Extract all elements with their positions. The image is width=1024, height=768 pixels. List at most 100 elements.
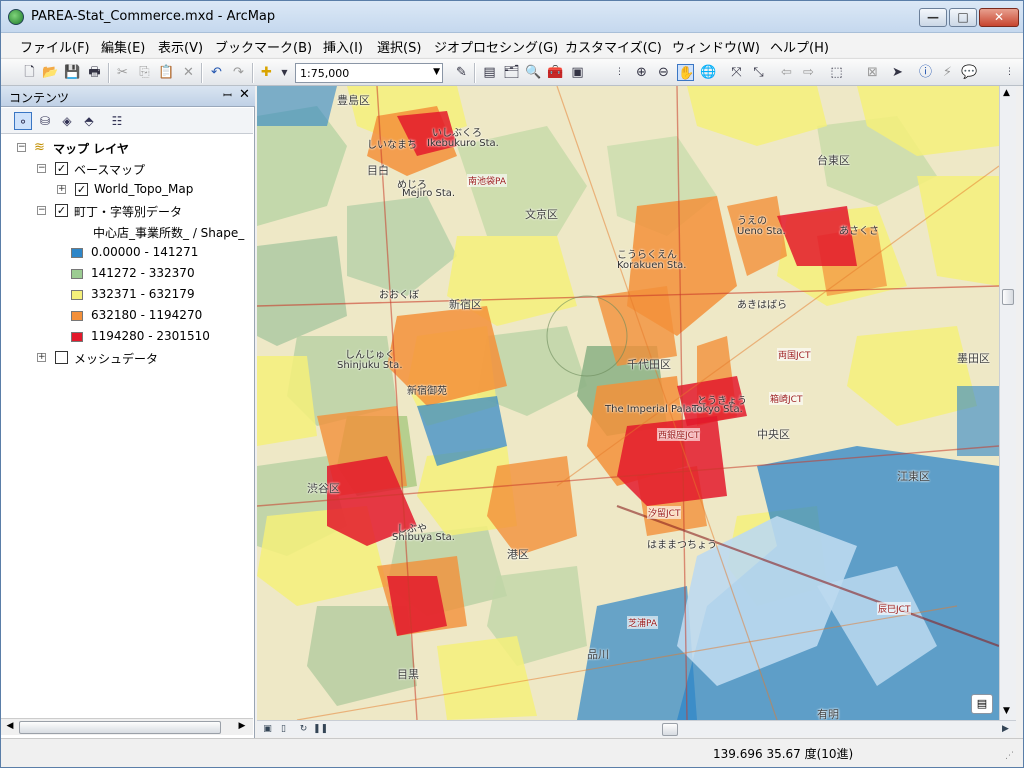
menu-view[interactable]: 表示(V) (158, 37, 203, 56)
pause-drawing-icon[interactable]: ❚❚ (313, 723, 328, 736)
menu-customize[interactable]: カスタマイズ(C) (565, 37, 662, 56)
expand-icon[interactable]: + (57, 185, 66, 194)
cut-icon[interactable]: ✂ (114, 64, 131, 81)
arctoolbox-icon[interactable]: 🧰 (547, 64, 564, 81)
minimize-icon: — (927, 10, 939, 24)
select-elements-icon[interactable]: ➤ (889, 64, 906, 81)
pin-icon[interactable]: ꟷ (223, 88, 232, 103)
search-icon[interactable]: 🔍 (525, 64, 542, 81)
scroll-right-icon[interactable]: ▶ (999, 723, 1012, 736)
scroll-left-icon[interactable]: ◀ (3, 721, 17, 731)
identify-icon[interactable]: ⓘ (917, 64, 934, 81)
toc-horizontal-scrollbar[interactable]: ◀ ▶ (1, 718, 253, 735)
list-by-selection-icon[interactable]: ⬘ (80, 112, 98, 130)
mesh-layer-checkbox[interactable] (55, 351, 68, 364)
map-label: 豊島区 (337, 94, 370, 107)
save-icon[interactable]: 💾 (64, 64, 81, 81)
open-icon[interactable]: 📂 (42, 64, 59, 81)
zoom-in-icon[interactable]: ⊕ (633, 64, 650, 81)
layout-view-tab-icon[interactable]: ▯ (277, 723, 290, 736)
legend-class-row[interactable]: 632180 - 1194270 (71, 307, 251, 327)
standard-toolbar: 🗋 📂 💾 🖶 ✂ ⎘ 📋 ✕ ↶ ↷ ✚ ▼ 1:75,000 ▼ ✎ ▤ 🗂… (1, 58, 1023, 86)
zoom-out-icon[interactable]: ⊖ (655, 64, 672, 81)
menu-selection[interactable]: 選択(S) (377, 37, 421, 56)
list-by-visibility-icon[interactable]: ◈ (58, 112, 76, 130)
python-icon[interactable]: ▣ (569, 64, 586, 81)
back-icon[interactable]: ⇦ (778, 64, 795, 81)
map-vertical-scrollbar[interactable]: ▲ ▼ (999, 86, 1016, 720)
delete-icon[interactable]: ✕ (180, 64, 197, 81)
menu-bookmarks[interactable]: ブックマーク(B) (215, 37, 312, 56)
map-label: しいなまち (367, 140, 417, 151)
map-label: 箱崎JCT (769, 392, 804, 405)
full-extent-icon[interactable]: 🌐 (700, 64, 717, 81)
refresh-icon[interactable]: ↻ (297, 723, 310, 736)
hyperlink-icon[interactable]: ⚡ (939, 64, 956, 81)
pan-icon[interactable]: ✋ (677, 64, 694, 81)
menu-geoprocessing[interactable]: ジオプロセシング(G) (434, 37, 558, 56)
collapse-icon[interactable]: − (37, 164, 46, 173)
menu-help[interactable]: ヘルプ(H) (770, 37, 829, 56)
scroll-thumb[interactable] (19, 721, 221, 734)
toc-close-icon[interactable]: ✕ (239, 87, 250, 102)
new-icon[interactable]: 🗋 (21, 64, 38, 81)
close-button[interactable]: ✕ (979, 8, 1019, 27)
mesh-layer-label: メッシュデータ (74, 352, 159, 366)
scroll-down-icon[interactable]: ▼ (1003, 706, 1010, 716)
horizontal-scroll-thumb[interactable] (662, 723, 678, 736)
paste-icon[interactable]: 📋 (158, 64, 175, 81)
data-layer-checkbox[interactable]: ✓ (55, 204, 68, 217)
map-bottom-bar: ▣ ▯ ↻ ❚❚ ▶ (257, 720, 1016, 737)
list-by-drawing-order-icon[interactable]: ⚬ (14, 112, 32, 130)
collapse-icon[interactable]: − (17, 143, 26, 152)
editor-icon[interactable]: ✎ (453, 64, 470, 81)
maximize-button[interactable]: □ (949, 8, 977, 27)
menu-windows[interactable]: ウィンドウ(W) (672, 37, 760, 56)
collapse-icon[interactable]: − (37, 206, 46, 215)
forward-icon[interactable]: ⇨ (800, 64, 817, 81)
select-features-icon[interactable]: ⬚ (828, 64, 845, 81)
table-icon[interactable]: ▤ (481, 64, 498, 81)
mesh-layer-row[interactable]: + メッシュデータ (37, 349, 247, 369)
map-scale-combobox[interactable]: 1:75,000 ▼ (295, 63, 443, 83)
menu-insert[interactable]: 挿入(I) (323, 37, 363, 56)
add-data-icon[interactable]: ✚ (258, 64, 275, 81)
basemap-group-row[interactable]: − ✓ ベースマップ (37, 160, 247, 180)
fixed-zoom-out-icon[interactable]: ⤡ (750, 64, 767, 81)
expand-icon[interactable]: + (37, 353, 46, 362)
fixed-zoom-in-icon[interactable]: ⤧ (728, 64, 745, 81)
catalog-icon[interactable]: 🗂 (503, 64, 520, 81)
map-layers-row[interactable]: − ≋ マップ レイヤ (17, 139, 247, 159)
legend-class-row[interactable]: 0.00000 - 141271 (71, 244, 251, 264)
legend-class-row[interactable]: 141272 - 332370 (71, 265, 251, 285)
scroll-right-icon[interactable]: ▶ (235, 721, 249, 731)
options-icon[interactable]: ☷ (108, 112, 126, 130)
add-data-dropdown-icon[interactable]: ▼ (276, 64, 293, 81)
data-view-icon[interactable]: ▣ (261, 723, 274, 736)
map-display[interactable]: 豊島区 いしぶくろ Ikebukuro Sta. しいなまち めじろ 目白 Me… (257, 86, 999, 720)
toolbar-overflow-icon[interactable]: ⋮ (611, 64, 628, 81)
layout-view-icon[interactable]: ▤ (971, 694, 993, 714)
map-label: 品川 (587, 648, 609, 661)
resize-grip-icon[interactable]: ⋰ (1005, 751, 1014, 761)
legend-class-row[interactable]: 332371 - 632179 (71, 286, 251, 306)
print-icon[interactable]: 🖶 (86, 64, 103, 81)
clear-selection-icon[interactable]: ⊠ (864, 64, 881, 81)
html-popup-icon[interactable]: 💬 (961, 64, 978, 81)
world-topo-checkbox[interactable]: ✓ (75, 183, 88, 196)
data-layer-row[interactable]: − ✓ 町丁・字等別データ (37, 202, 247, 222)
scroll-up-icon[interactable]: ▲ (1003, 88, 1010, 98)
legend-class-row[interactable]: 1194280 - 2301510 (71, 328, 251, 348)
menu-edit[interactable]: 編集(E) (101, 37, 145, 56)
vertical-scroll-thumb[interactable] (1002, 289, 1014, 305)
redo-icon[interactable]: ↷ (230, 64, 247, 81)
basemap-checkbox[interactable]: ✓ (55, 162, 68, 175)
list-by-source-icon[interactable]: ⛁ (36, 112, 54, 130)
menu-file[interactable]: ファイル(F) (20, 37, 90, 56)
toolbar-overflow-icon-2[interactable]: ⋮ (1001, 64, 1018, 81)
copy-icon[interactable]: ⎘ (136, 64, 153, 81)
world-topo-row[interactable]: + ✓ World_Topo_Map (57, 181, 247, 201)
map-label: 南池袋PA (467, 174, 508, 187)
undo-icon[interactable]: ↶ (208, 64, 225, 81)
minimize-button[interactable]: — (919, 8, 947, 27)
